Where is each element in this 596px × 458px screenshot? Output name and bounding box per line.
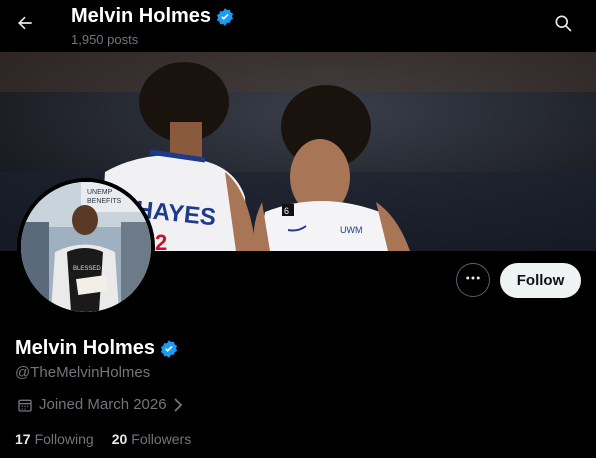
avatar-hoodie-text: BLESSED [73, 266, 101, 272]
posts-count: 1,950 posts [71, 32, 139, 47]
more-options-button[interactable] [456, 263, 490, 297]
chevron-right-icon [172, 397, 184, 412]
search-button[interactable] [548, 10, 578, 40]
header-name-text: Melvin Holmes [71, 5, 212, 27]
back-button[interactable] [10, 8, 40, 42]
avatar-image: UNEMP BENEFITS BLESSED [21, 182, 151, 312]
following-link[interactable]: 17 Following [15, 431, 94, 447]
followers-link[interactable]: 20 Followers [112, 431, 191, 447]
more-horizontal-icon [464, 269, 482, 292]
arrow-left-icon [15, 13, 35, 38]
followers-label: Followers [131, 431, 192, 447]
joined-date-text: Joined March 2026 [39, 396, 167, 413]
verified-badge-icon[interactable] [159, 339, 179, 359]
joined-date[interactable]: Joined March 2026 [17, 396, 184, 413]
profile-header: Melvin Holmes 1,950 posts [0, 0, 596, 52]
following-label: Following [34, 431, 94, 447]
profile-avatar[interactable]: UNEMP BENEFITS BLESSED [17, 178, 155, 316]
search-icon [553, 13, 573, 38]
jersey-sponsor: UWM [340, 225, 363, 235]
following-count: 17 [15, 431, 31, 447]
avatar-sign-1: UNEMP [87, 189, 113, 196]
profile-handle: @TheMelvinHolmes [15, 364, 151, 381]
avatar-sign-2: BENEFITS [87, 198, 122, 205]
verified-badge-icon [215, 7, 235, 27]
followers-count: 20 [111, 431, 128, 447]
follow-stats: 17 Following 20 Followers [15, 431, 209, 447]
display-name-text: Melvin Holmes [15, 337, 156, 359]
jersey-left-number: 2 [155, 230, 167, 251]
header-title: Melvin Holmes [71, 5, 235, 28]
follow-button[interactable]: Follow [500, 263, 581, 298]
jersey-right-badge: 6 [284, 206, 289, 216]
profile-display-name: Melvin Holmes [15, 337, 179, 360]
calendar-icon [17, 397, 33, 413]
